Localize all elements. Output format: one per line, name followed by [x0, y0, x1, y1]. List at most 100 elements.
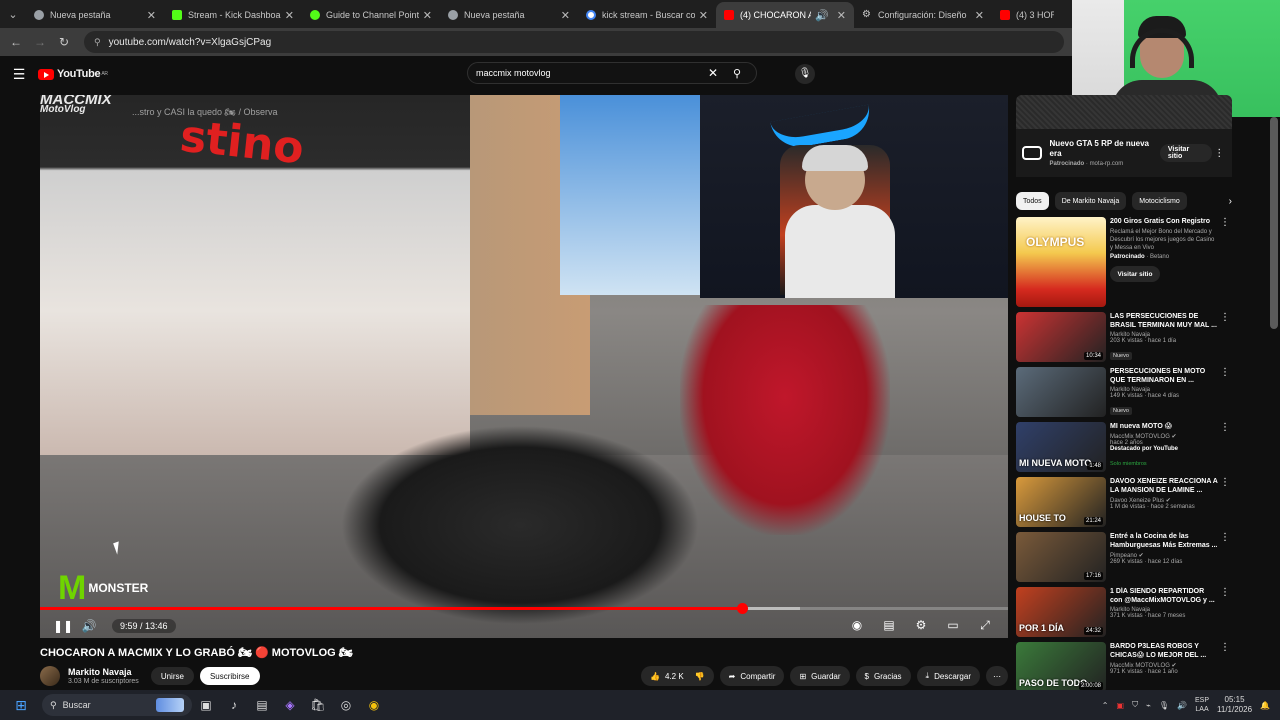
thanks-button[interactable]: $ Gracias: [855, 666, 911, 686]
close-tab-icon[interactable]: ✕: [975, 9, 984, 22]
clear-search-icon[interactable]: ✕: [708, 66, 718, 80]
download-button[interactable]: ⤓ Descargar: [916, 666, 980, 686]
language-indicator[interactable]: ESP LAA: [1195, 696, 1209, 714]
more-vertical-icon[interactable]: ⋮: [1218, 312, 1232, 362]
more-vertical-icon[interactable]: ⋮: [1218, 532, 1232, 582]
page-scrollbar[interactable]: [1270, 117, 1278, 329]
browser-tab[interactable]: ⚙ Configuración: Diseño ✕: [854, 2, 992, 28]
video-thumbnail[interactable]: [1016, 367, 1106, 417]
chevron-right-icon[interactable]: ›: [1229, 196, 1232, 207]
obs-icon[interactable]: ◎: [332, 693, 360, 717]
subscribe-button[interactable]: Suscribirse: [199, 667, 260, 685]
windows-start-icon[interactable]: ⊞: [6, 697, 36, 714]
browser-tab[interactable]: Nueva pestaña ✕: [440, 2, 578, 28]
more-vertical-icon[interactable]: ⋮: [1218, 477, 1232, 527]
more-vertical-icon[interactable]: ⋮: [1218, 642, 1232, 692]
theater-mode-icon[interactable]: ▭: [940, 618, 966, 633]
taskbar-clock[interactable]: 05:15 11/1/2026: [1217, 695, 1252, 715]
video-thumbnail[interactable]: HOUSE TO 21:24: [1016, 477, 1106, 527]
recommendation-item[interactable]: PERSECUCIONES EN MOTO QUE TERMINARON EN …: [1016, 367, 1232, 417]
shield-icon[interactable]: ⛉: [1132, 700, 1138, 710]
visit-site-button[interactable]: Visitar sitio: [1159, 144, 1213, 162]
video-thumbnail[interactable]: PASO DE TODO 2:00:08: [1016, 642, 1106, 692]
close-tab-icon[interactable]: ✕: [561, 9, 570, 22]
more-vertical-icon[interactable]: ⋮: [1218, 587, 1232, 637]
join-button[interactable]: Unirse: [150, 667, 194, 685]
chip-topic[interactable]: Motociclismo: [1132, 192, 1187, 210]
fullscreen-icon[interactable]: ⤢: [972, 618, 998, 633]
video-player[interactable]: stino MACCMIX MotoVlog ...stro y CASI la…: [40, 95, 1008, 638]
file-icon[interactable]: ▤: [248, 693, 276, 717]
more-vertical-icon[interactable]: ⋮: [1218, 422, 1232, 472]
chip-channel[interactable]: De Markito Navaja: [1054, 192, 1127, 210]
more-actions-button[interactable]: ⋯: [986, 666, 1008, 686]
close-tab-icon[interactable]: ✕: [837, 9, 846, 22]
browser-tab[interactable]: Stream - Kick Dashboard ✕: [164, 2, 302, 28]
browser-tab[interactable]: kick stream - Buscar con G ✕: [578, 2, 716, 28]
video-thumbnail[interactable]: 17:16: [1016, 532, 1106, 582]
thumbs-down-icon[interactable]: 👎: [695, 672, 705, 681]
forward-arrow-icon[interactable]: →: [28, 35, 52, 49]
sponsored-ad-top[interactable]: Nuevo GTA 5 RP de nueva era Patrocinado …: [1016, 129, 1232, 177]
ad-thumbnail[interactable]: OLYMPUS: [1016, 217, 1106, 307]
notifications-icon[interactable]: 🔔: [1260, 701, 1270, 710]
browser-tab[interactable]: (4) 3 HORAS DE: [992, 2, 1062, 28]
recommendation-item[interactable]: 17:16 Entré a la Cocina de las Hamburgues…: [1016, 532, 1232, 582]
tiktok-icon[interactable]: ♪: [220, 693, 248, 717]
menu-icon[interactable]: ☰: [0, 66, 38, 83]
visit-site-button[interactable]: Visitar sitio: [1110, 266, 1160, 282]
search-box[interactable]: maccmix motovlog ✕ ⚲: [467, 62, 757, 84]
close-tab-icon[interactable]: ✕: [423, 9, 432, 22]
pause-icon[interactable]: ❚❚: [50, 619, 76, 633]
recommendation-channel[interactable]: Pimpeano ✔: [1110, 552, 1218, 559]
speaker-icon[interactable]: 🔊: [815, 9, 829, 22]
video-thumbnail[interactable]: MI NUEVA MOTO 1:48: [1016, 422, 1106, 472]
more-vertical-icon[interactable]: ⋮: [1218, 367, 1232, 417]
tab-search-chevron-icon[interactable]: ⌄: [0, 0, 26, 28]
recommendation-channel[interactable]: Davoo Xeneize Plus ✔: [1110, 497, 1218, 504]
reload-icon[interactable]: ↻: [52, 35, 76, 49]
search-input[interactable]: maccmix motovlog: [476, 68, 708, 78]
network-icon[interactable]: ⌁: [1146, 701, 1151, 710]
site-info-icon[interactable]: ⚲: [94, 37, 101, 48]
chip-all[interactable]: Todos: [1016, 192, 1049, 210]
chevron-up-icon[interactable]: ⌃: [1102, 701, 1109, 710]
share-button[interactable]: ➦ Compartir: [719, 666, 785, 686]
more-vertical-icon[interactable]: ⋮: [1212, 148, 1226, 159]
copilot-icon[interactable]: ◈: [276, 693, 304, 717]
volume-icon[interactable]: 🔊: [1177, 701, 1187, 710]
app-tray-icon[interactable]: ▣: [1117, 701, 1125, 710]
browser-tab-active[interactable]: (4) CHOCARON A MA 🔊 ✕: [716, 2, 854, 28]
autoplay-toggle-icon[interactable]: ◉: [844, 618, 870, 633]
back-arrow-icon[interactable]: ←: [4, 35, 28, 49]
microphone-icon[interactable]: 🎙: [1159, 701, 1169, 710]
close-tab-icon[interactable]: ✕: [285, 9, 294, 22]
store-icon[interactable]: 🛍: [304, 693, 332, 717]
chrome-icon[interactable]: ◉: [360, 693, 388, 717]
like-button[interactable]: 👍 4.2 K 👎: [641, 666, 714, 686]
channel-name[interactable]: Markito Navaja: [68, 667, 139, 677]
volume-icon[interactable]: 🔊: [76, 619, 102, 633]
video-thumbnail[interactable]: POR 1 DÍA 24:32: [1016, 587, 1106, 637]
task-view-icon[interactable]: ▣: [192, 693, 220, 717]
close-tab-icon[interactable]: ✕: [699, 9, 708, 22]
microphone-icon[interactable]: 🎙: [795, 64, 815, 84]
recommendation-channel[interactable]: MaccMix MOTOVLOG ✔: [1110, 662, 1218, 669]
recommendation-item[interactable]: POR 1 DÍA 24:32 1 DÍA SIENDO REPARTIDOR co…: [1016, 587, 1232, 637]
recommendation-channel[interactable]: MaccMix MOTOVLOG ✔: [1110, 433, 1218, 440]
subtitles-icon[interactable]: ▤: [876, 618, 902, 633]
video-thumbnail[interactable]: 10:34: [1016, 312, 1106, 362]
ad-banner-image[interactable]: [1016, 95, 1232, 129]
recommendation-item[interactable]: PASO DE TODO 2:00:08 BARDO P3LEAS ROBOS Y …: [1016, 642, 1232, 692]
address-bar[interactable]: ⚲ youtube.com/watch?v=XlgaGsjCPag: [84, 31, 1064, 53]
browser-tab[interactable]: Guide to Channel Points ✕: [302, 2, 440, 28]
close-tab-icon[interactable]: ✕: [147, 9, 156, 22]
browser-tab[interactable]: Nueva pestaña ✕: [26, 2, 164, 28]
recommendation-item[interactable]: MI NUEVA MOTO 1:48 MI nueva MOTO 😱 MaccMix …: [1016, 422, 1232, 472]
taskbar-search[interactable]: ⚲ Buscar: [42, 694, 192, 716]
recommendation-item[interactable]: 10:34 LAS PERSECUCIONES DE BRASIL TERMINA…: [1016, 312, 1232, 362]
youtube-logo[interactable]: YouTube AR: [38, 68, 108, 80]
recommendation-item[interactable]: HOUSE TO 21:24 DAVOO XENEIZE REACCIONA A L…: [1016, 477, 1232, 527]
save-button[interactable]: ⊞ Guardar: [790, 666, 850, 686]
settings-gear-icon[interactable]: ⚙: [908, 618, 934, 633]
